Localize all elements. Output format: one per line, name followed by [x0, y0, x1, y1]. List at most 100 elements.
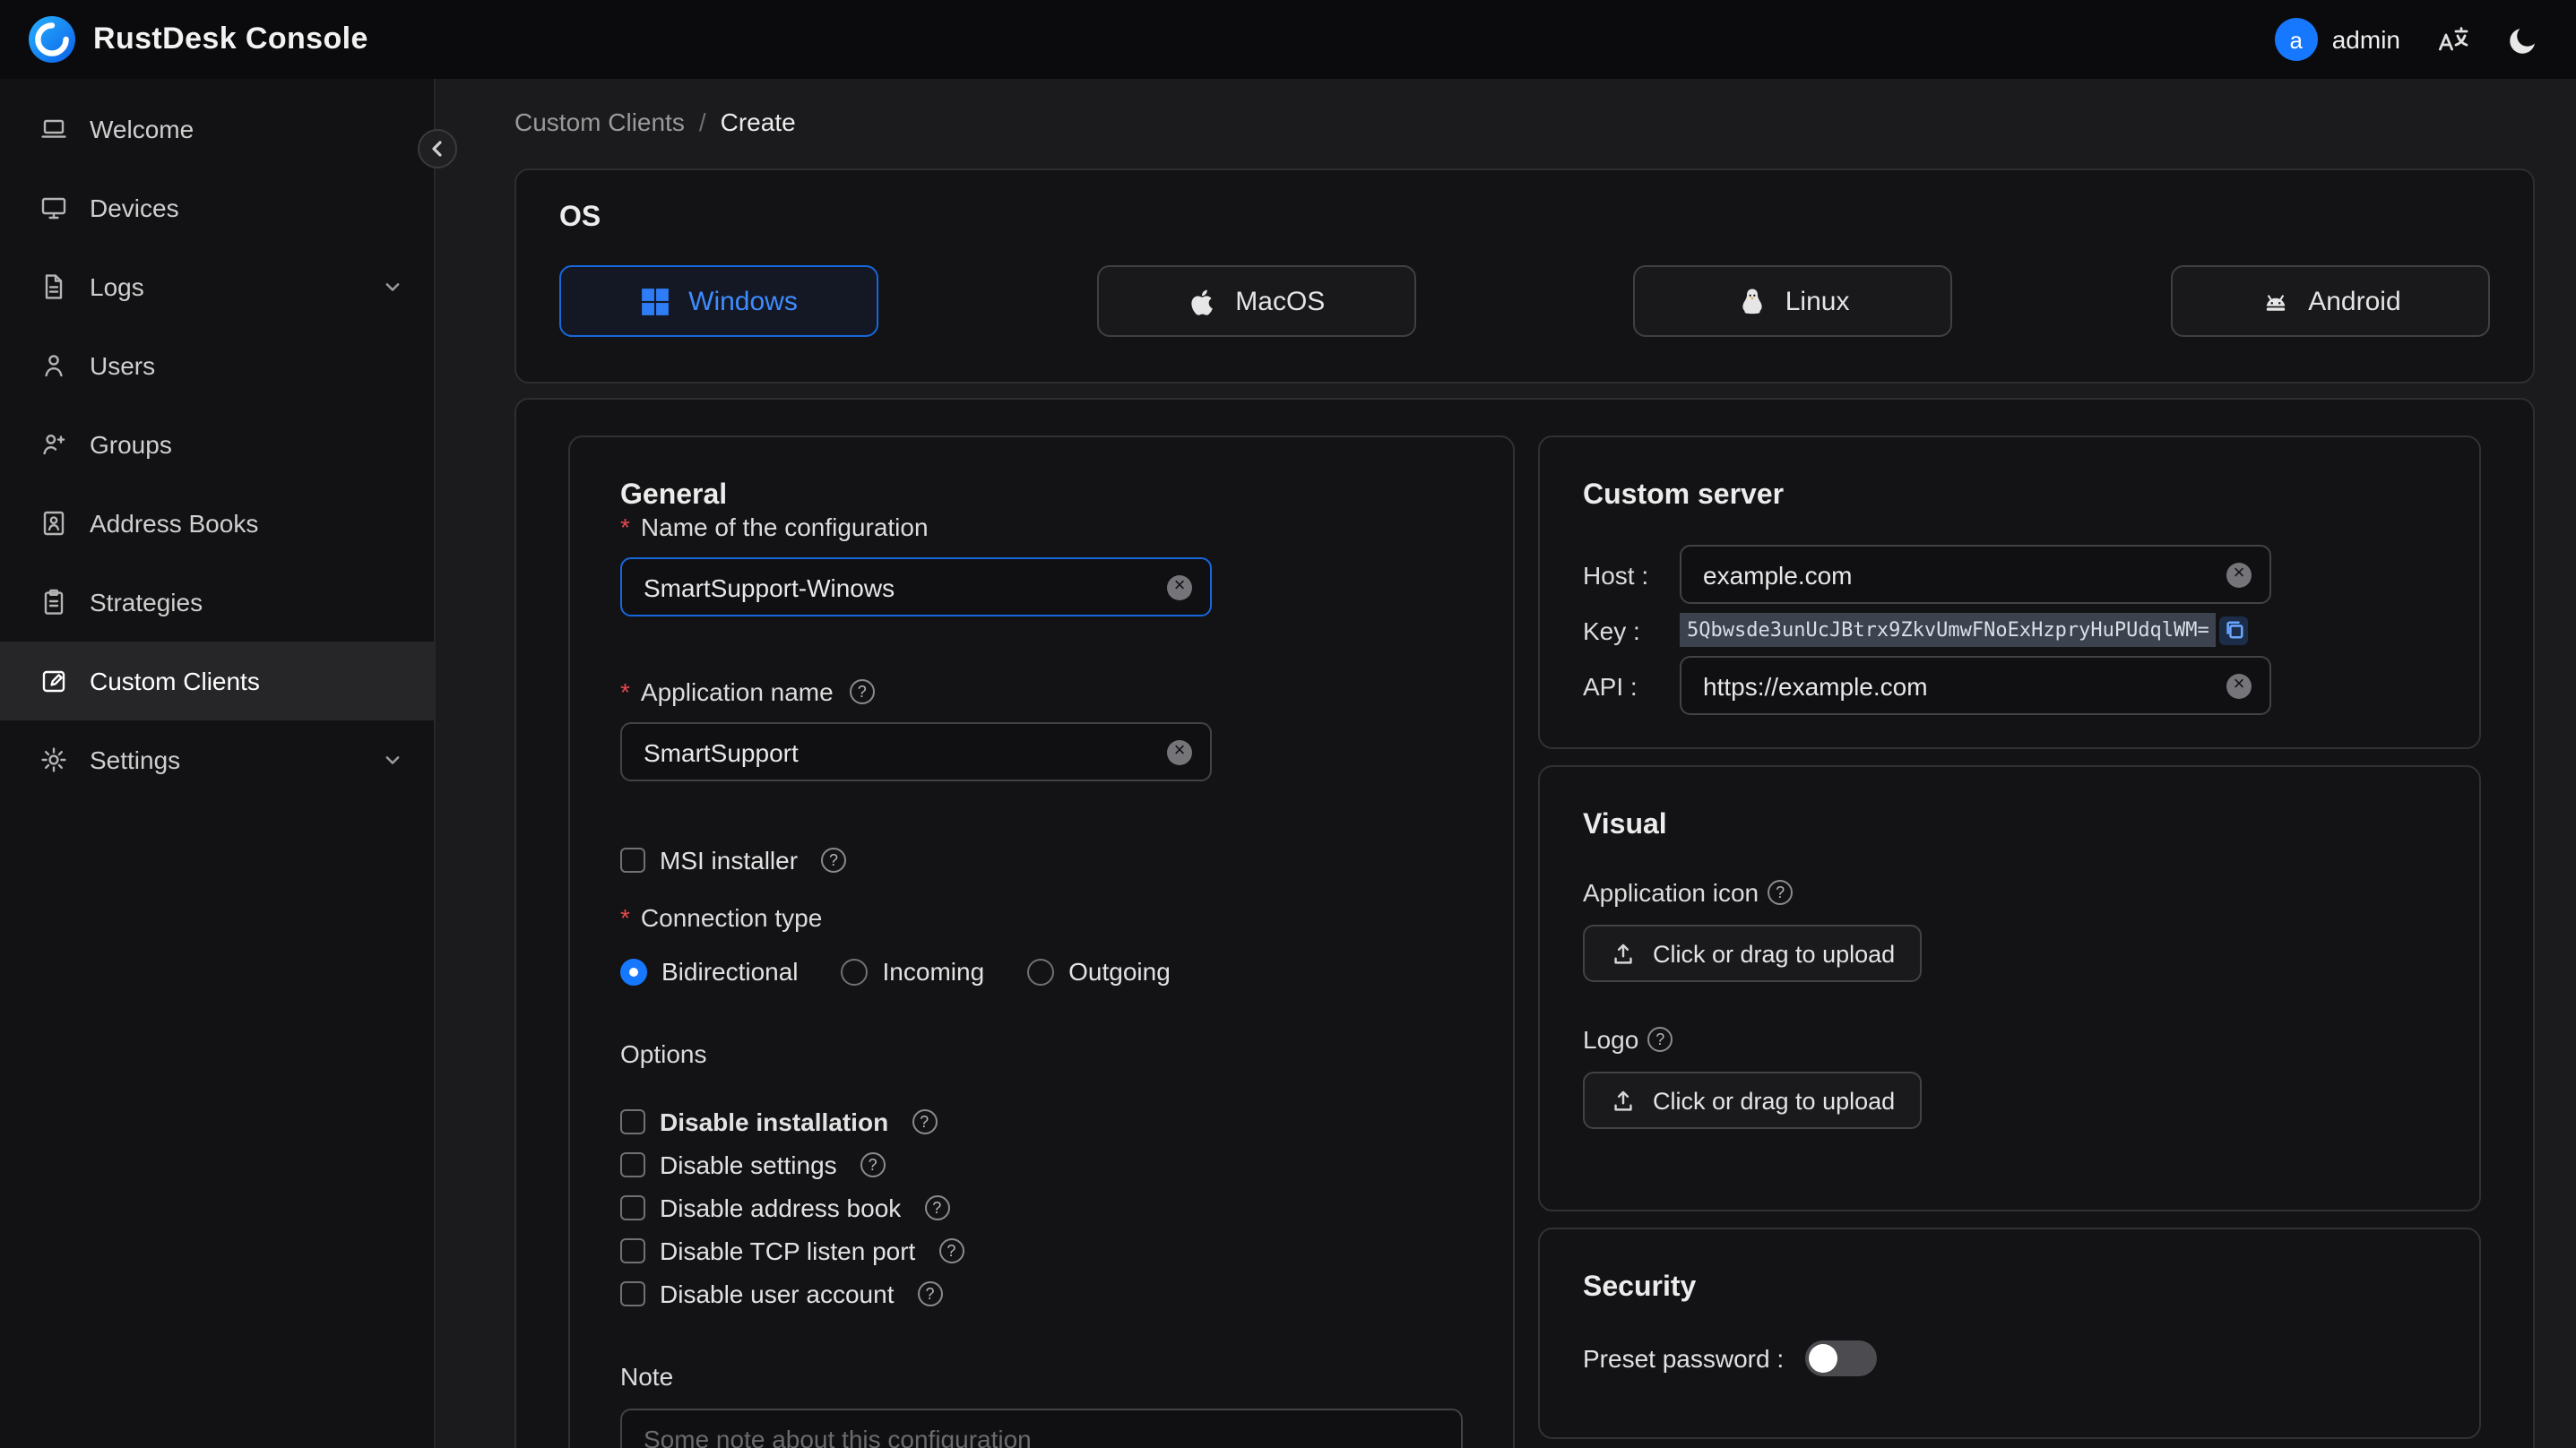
os-button-label: Android: [2308, 286, 2401, 316]
os-card: OS Windows MacOS Linux Android: [514, 168, 2535, 384]
sidebar-item-strategies[interactable]: Strategies: [0, 563, 434, 642]
clear-icon[interactable]: ×: [1167, 739, 1192, 764]
help-icon[interactable]: ?: [938, 1238, 964, 1263]
sidebar-item-devices[interactable]: Devices: [0, 168, 434, 247]
breadcrumb-parent[interactable]: Custom Clients: [514, 108, 685, 136]
application-name-input[interactable]: [640, 736, 1167, 768]
help-icon[interactable]: ?: [849, 679, 875, 704]
sidebar-item-address-books[interactable]: Address Books: [0, 484, 434, 563]
sidebar-item-users[interactable]: Users: [0, 326, 434, 405]
dark-mode-moon-icon[interactable]: [2506, 22, 2540, 56]
clear-icon[interactable]: ×: [2226, 562, 2252, 587]
disable-tcp-listen-port-checkbox[interactable]: [620, 1238, 645, 1263]
sidebar-item-welcome[interactable]: Welcome: [0, 90, 434, 168]
security-title: Security: [1583, 1272, 1697, 1303]
disable-settings-checkbox[interactable]: [620, 1152, 645, 1177]
required-mark: *: [620, 903, 630, 932]
radio-bidirectional[interactable]: Bidirectional: [620, 957, 799, 986]
disable-address-book-checkbox[interactable]: [620, 1195, 645, 1220]
address-books-icon: [43, 511, 65, 536]
upload-icon: [1614, 943, 1632, 963]
os-options-row: Windows MacOS Linux Android: [559, 265, 2490, 337]
help-icon[interactable]: ?: [924, 1195, 950, 1220]
help-icon[interactable]: ?: [1647, 1027, 1673, 1052]
right-column: Custom server Host : × Key : 5Qbwsde3unU…: [1538, 435, 2481, 1439]
rustdesk-console-app: RustDesk Console a admin Welcome Devices…: [0, 0, 2576, 1448]
chevron-down-icon: [385, 756, 400, 764]
host-input[interactable]: [1699, 558, 2226, 590]
radio-icon: [620, 958, 647, 985]
help-icon[interactable]: ?: [912, 1109, 938, 1134]
help-icon[interactable]: ?: [860, 1152, 886, 1177]
required-mark: *: [620, 677, 630, 706]
chevron-left-icon: [432, 141, 442, 157]
logo-upload-button[interactable]: Click or drag to upload: [1583, 1072, 1923, 1129]
disable-installation-checkbox[interactable]: [620, 1109, 645, 1134]
help-icon[interactable]: ?: [1768, 880, 1794, 905]
translate-icon[interactable]: [2436, 22, 2470, 56]
welcome-icon: [41, 119, 66, 138]
note-label: Note: [620, 1362, 674, 1391]
groups-icon: [43, 434, 65, 455]
sidebar-item-label: Devices: [90, 194, 179, 222]
visual-card: Visual Application icon ? Click or drag …: [1538, 765, 2481, 1211]
os-button-macos[interactable]: MacOS: [1096, 265, 1416, 337]
app-header: RustDesk Console a admin: [0, 0, 2576, 79]
help-icon[interactable]: ?: [821, 848, 847, 873]
host-field: ×: [1680, 545, 2271, 604]
help-icon[interactable]: ?: [917, 1281, 943, 1306]
api-input[interactable]: [1699, 669, 2226, 702]
option-disable-user-account: Disable user account ?: [620, 1272, 1463, 1315]
copy-icon[interactable]: [2219, 616, 2249, 644]
sidebar-item-settings[interactable]: Settings: [0, 720, 434, 799]
os-button-linux[interactable]: Linux: [1633, 265, 1953, 337]
application-icon-upload-button[interactable]: Click or drag to upload: [1583, 925, 1923, 982]
option-disable-installation: Disable installation ?: [620, 1100, 1463, 1143]
settings-gear-icon: [41, 747, 66, 772]
preset-password-toggle[interactable]: [1805, 1340, 1878, 1376]
user-avatar[interactable]: a: [2274, 18, 2318, 61]
windows-icon: [642, 288, 669, 315]
android-icon: [2266, 294, 2285, 310]
sidebar-item-custom-clients[interactable]: Custom Clients: [0, 642, 434, 720]
custom-server-title: Custom server: [1583, 480, 1785, 511]
connection-type-options: Bidirectional Incoming Outgoing: [620, 957, 1463, 986]
breadcrumb-current: Create: [720, 108, 796, 136]
header-actions: a admin: [2274, 18, 2540, 61]
app-title: RustDesk Console: [93, 22, 368, 56]
application-name-field: ×: [620, 722, 1212, 781]
logo-label: Logo ?: [1583, 1025, 2436, 1054]
note-input[interactable]: [640, 1422, 1443, 1448]
msi-installer-checkbox[interactable]: [620, 848, 645, 873]
sidebar-item-logs[interactable]: Logs: [0, 247, 434, 326]
sidebar-collapse-button[interactable]: [418, 129, 457, 168]
api-field: ×: [1680, 656, 2271, 715]
custom-clients-icon: [42, 670, 65, 693]
security-card: Security Preset password :: [1538, 1228, 2481, 1439]
visual-title: Visual: [1583, 810, 1667, 840]
host-label: Host :: [1583, 560, 1649, 589]
os-card-title: OS: [559, 203, 601, 233]
sidebar-item-label: Users: [90, 351, 156, 380]
sidebar-item-label: Welcome: [90, 115, 194, 143]
breadcrumb-separator: /: [698, 108, 706, 136]
config-name-input[interactable]: [640, 571, 1167, 603]
clear-icon[interactable]: ×: [1167, 574, 1192, 599]
general-card: General * Name of the configuration × * …: [568, 435, 1515, 1448]
os-button-android[interactable]: Android: [2170, 265, 2490, 337]
disable-user-account-checkbox[interactable]: [620, 1281, 645, 1306]
config-name-field: ×: [620, 557, 1212, 616]
clear-icon[interactable]: ×: [2226, 673, 2252, 698]
server-key-value: 5Qbwsde3unUcJBtrx9ZkvUmwFNoExHzpryHuPUdq…: [1680, 613, 2217, 647]
option-disable-tcp-listen-port: Disable TCP listen port ?: [620, 1229, 1463, 1272]
radio-outgoing[interactable]: Outgoing: [1027, 957, 1171, 986]
sidebar-item-groups[interactable]: Groups: [0, 405, 434, 484]
username[interactable]: admin: [2332, 25, 2400, 54]
left-column: General * Name of the configuration × * …: [568, 435, 1515, 1448]
custom-server-card: Custom server Host : × Key : 5Qbwsde3unU…: [1538, 435, 2481, 749]
brand: RustDesk Console: [29, 16, 368, 63]
api-row: API : ×: [1583, 656, 2436, 715]
os-button-windows[interactable]: Windows: [559, 265, 878, 337]
radio-incoming[interactable]: Incoming: [841, 957, 984, 986]
sidebar-item-label: Groups: [90, 430, 172, 459]
